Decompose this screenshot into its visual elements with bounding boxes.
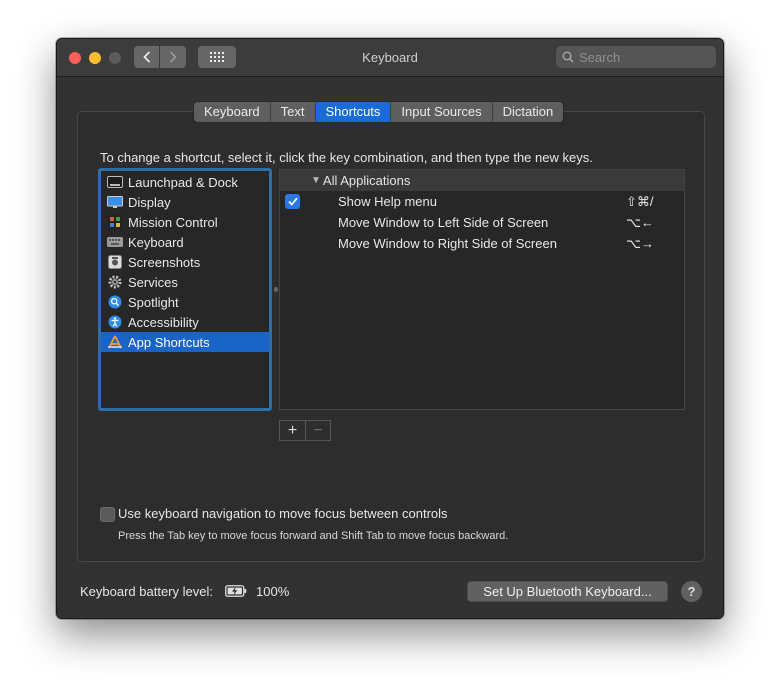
category-item-screenshots[interactable]: Screenshots <box>101 252 269 272</box>
tab-shortcuts[interactable]: Shortcuts <box>315 102 392 122</box>
shortcut-list[interactable]: ▼ All Applications Show Help menu ⇧⌘/ Mo… <box>279 169 685 410</box>
category-label: Spotlight <box>128 294 179 310</box>
keyboard-icon <box>107 235 123 249</box>
title-bar: Keyboard <box>57 39 723 77</box>
add-remove-controls: + − <box>279 420 331 441</box>
shortcut-name: Show Help menu <box>338 194 437 209</box>
category-item-services[interactable]: Services <box>101 272 269 292</box>
remove-shortcut-button[interactable]: − <box>305 421 330 440</box>
tab-input-sources[interactable]: Input Sources <box>391 102 493 122</box>
category-label: Display <box>128 194 171 210</box>
search-input[interactable] <box>579 49 707 65</box>
battery-charging-icon <box>225 584 247 601</box>
tab-bar: Keyboard Text Shortcuts Input Sources Di… <box>193 101 565 123</box>
add-shortcut-button[interactable]: + <box>280 421 305 440</box>
display-icon <box>107 195 123 209</box>
battery-level-value: 100% <box>256 584 290 599</box>
category-label: Services <box>128 274 178 290</box>
category-item-mission-control[interactable]: Mission Control <box>101 212 269 232</box>
category-item-spotlight[interactable]: Spotlight <box>101 292 269 312</box>
category-item-accessibility[interactable]: Accessibility <box>101 312 269 332</box>
group-label: All Applications <box>322 173 411 188</box>
set-up-bluetooth-keyboard-button[interactable]: Set Up Bluetooth Keyboard... <box>467 581 668 602</box>
shortcut-keys[interactable]: ⌥→ <box>626 236 654 252</box>
category-item-keyboard[interactable]: Keyboard <box>101 232 269 252</box>
shortcut-row[interactable]: Move Window to Right Side of Screen ⌥→ <box>280 233 684 254</box>
shortcut-row[interactable]: Show Help menu ⇧⌘/ <box>280 191 684 212</box>
tab-dictation[interactable]: Dictation <box>492 102 564 122</box>
split-view-handle[interactable] <box>274 287 278 292</box>
shortcut-row[interactable]: Move Window to Left Side of Screen ⌥← <box>280 212 684 233</box>
shortcut-name: Move Window to Left Side of Screen <box>338 215 549 230</box>
keyboard-navigation-hint: Press the Tab key to move focus forward … <box>118 530 509 542</box>
shortcut-name: Move Window to Right Side of Screen <box>338 236 557 251</box>
category-label: Mission Control <box>128 214 218 230</box>
launchpad-icon <box>107 175 123 189</box>
shortcut-checkbox[interactable] <box>285 194 300 209</box>
tab-text[interactable]: Text <box>270 102 316 122</box>
category-label: Accessibility <box>128 314 199 330</box>
category-label: App Shortcuts <box>128 334 210 350</box>
category-item-display[interactable]: Display <box>101 192 269 212</box>
tab-keyboard[interactable]: Keyboard <box>194 102 271 122</box>
keyboard-preferences-window: Keyboard Keyboard Text Shortcuts Input S… <box>56 38 724 619</box>
instruction-text: To change a shortcut, select it, click t… <box>100 150 593 165</box>
category-label: Keyboard <box>128 234 184 250</box>
disclosure-triangle-icon[interactable]: ▼ <box>311 175 321 186</box>
category-label: Launchpad & Dock <box>128 174 238 190</box>
shortcut-group-header[interactable]: ▼ All Applications <box>280 170 684 191</box>
accessibility-icon <box>107 315 123 329</box>
search-field[interactable] <box>556 46 716 68</box>
gear-icon <box>107 275 123 289</box>
spotlight-icon <box>107 295 123 309</box>
battery-level-label: Keyboard battery level: <box>80 584 213 599</box>
mission-control-icon <box>107 215 123 229</box>
shortcut-keys[interactable]: ⇧⌘/ <box>626 194 654 210</box>
category-label: Screenshots <box>128 254 201 270</box>
keyboard-navigation-label[interactable]: Use keyboard navigation to move focus be… <box>118 506 448 521</box>
keyboard-navigation-checkbox[interactable] <box>100 507 115 522</box>
category-item-launchpad-dock[interactable]: Launchpad & Dock <box>101 172 269 192</box>
screenshot-icon <box>107 255 123 269</box>
help-button[interactable]: ? <box>681 581 702 602</box>
checkmark-icon <box>287 197 298 206</box>
shortcut-keys[interactable]: ⌥← <box>626 215 654 231</box>
category-item-app-shortcuts[interactable]: App Shortcuts <box>101 332 269 352</box>
shortcut-category-list[interactable]: Launchpad & Dock Display Mission Control… <box>98 168 272 411</box>
app-store-icon <box>107 335 123 349</box>
search-icon <box>562 51 574 63</box>
